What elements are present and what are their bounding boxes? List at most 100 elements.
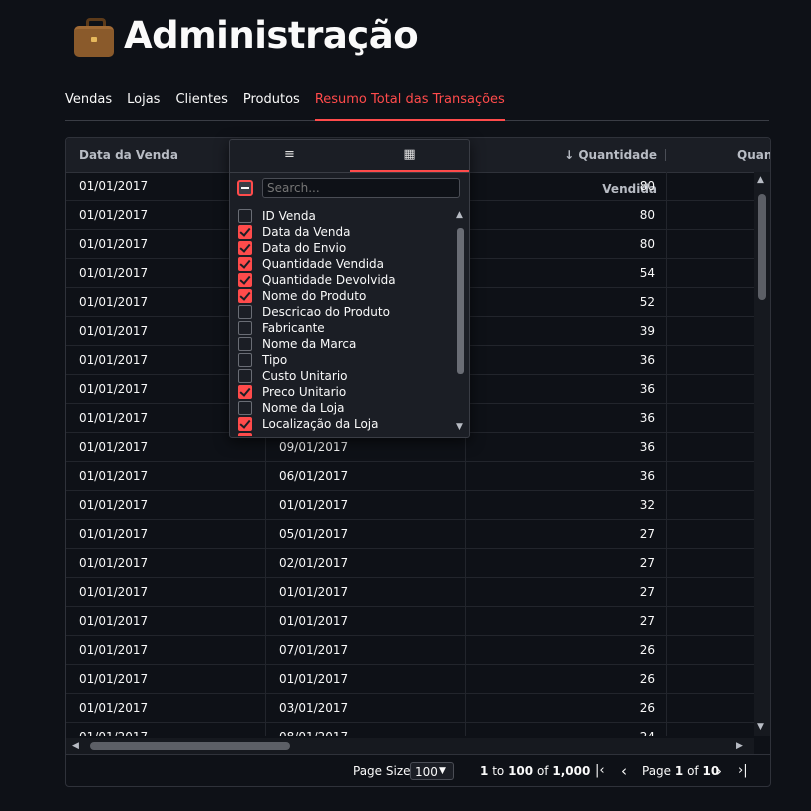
scroll-right-icon[interactable]: ▶ [736,741,743,751]
menu-icon[interactable]: ≡ [230,140,349,170]
cell-quantidade-vendida[interactable]: 27 [466,607,655,635]
scroll-left-icon[interactable]: ◀ [72,741,79,751]
cell-data-da-venda[interactable]: 01/01/2017 [79,636,148,664]
cell-data-da-venda[interactable]: 01/01/2017 [79,259,148,287]
cell-quantidade-vendida[interactable]: 54 [466,259,655,287]
cell-data-da-venda[interactable]: 01/01/2017 [79,317,148,345]
column-toggle-item[interactable]: Descricao do Produto [236,304,454,320]
column-header-data-da-venda[interactable]: Data da Venda [79,138,178,172]
cell-data-da-venda[interactable]: 01/01/2017 [79,404,148,432]
column-header-quantidade-vendida[interactable]: ↓ Quantidade Vendida [532,138,657,196]
scroll-up-icon[interactable]: ▲ [757,175,764,185]
column-checkbox[interactable] [238,273,252,287]
vertical-scrollbar[interactable]: ▲ ▼ [754,172,770,736]
select-all-checkbox[interactable] [237,180,253,196]
column-toggle-item[interactable]: Custo Unitario [236,368,454,384]
column-toggle-item[interactable]: Nome do Produto [236,288,454,304]
column-toggle-item[interactable]: Quantidade Vendida [236,256,454,272]
column-toggle-item[interactable]: Nome da Loja [236,400,454,416]
column-header-quantidade-devolvida[interactable]: Quant [737,138,770,172]
column-checkbox[interactable] [238,353,252,367]
cell-quantidade-vendida[interactable]: 39 [466,317,655,345]
column-checkbox[interactable] [238,401,252,415]
cell-quantidade-vendida[interactable]: 36 [466,462,655,490]
last-page-icon[interactable]: ›| [738,755,748,786]
cell-quantidade-vendida[interactable]: 24 [466,723,655,736]
table-row[interactable]: 01/01/2017 01/01/2017 32 [66,491,754,520]
cell-quantidade-vendida[interactable]: 52 [466,288,655,316]
cell-data-do-envio[interactable]: 02/01/2017 [279,549,348,577]
column-checkbox[interactable] [238,417,252,431]
table-row[interactable]: 01/01/2017 06/01/2017 36 [66,462,754,491]
cell-data-da-venda[interactable]: 01/01/2017 [79,375,148,403]
cell-data-da-venda[interactable]: 01/01/2017 [79,230,148,258]
cell-quantidade-vendida[interactable]: 27 [466,578,655,606]
cell-data-da-venda[interactable]: 01/01/2017 [79,549,148,577]
cell-quantidade-vendida[interactable]: 27 [466,549,655,577]
cell-data-do-envio[interactable]: 03/01/2017 [279,694,348,722]
column-list-scrollbar[interactable]: ▲ ▼ [455,210,467,434]
previous-page-icon[interactable]: ‹ [621,755,627,786]
cell-data-da-venda[interactable]: 01/01/2017 [79,462,148,490]
tab-lojas[interactable]: Lojas [127,88,160,119]
columns-icon[interactable]: ▦ [350,140,469,172]
column-toggle-item[interactable]: Data do Envio [236,240,454,256]
cell-data-do-envio[interactable]: 07/01/2017 [279,636,348,664]
column-checkbox[interactable] [238,257,252,271]
cell-data-da-venda[interactable]: 01/01/2017 [79,723,148,736]
cell-data-da-venda[interactable]: 01/01/2017 [79,520,148,548]
cell-quantidade-vendida[interactable]: 27 [466,520,655,548]
tab-produtos[interactable]: Produtos [243,88,300,119]
column-toggle-item[interactable]: Nome da Marca [236,336,454,352]
column-toggle-item[interactable]: Tipo [236,352,454,368]
next-page-icon[interactable]: › [716,755,722,786]
vertical-scroll-thumb[interactable] [758,194,766,300]
cell-quantidade-vendida[interactable]: 80 [466,172,655,200]
cell-quantidade-vendida[interactable]: 36 [466,375,655,403]
column-toggle-item[interactable]: Localização da Loja [236,416,454,432]
column-checkbox[interactable] [238,369,252,383]
cell-quantidade-vendida[interactable]: 36 [466,346,655,374]
cell-data-da-venda[interactable]: 01/01/2017 [79,607,148,635]
page-size-select[interactable]: 100 ▼ [410,762,454,780]
horizontal-scroll-thumb[interactable] [90,742,290,750]
column-toggle-item[interactable]: Quantidade Devolvida [236,272,454,288]
table-row[interactable]: 01/01/2017 01/01/2017 26 [66,665,754,694]
column-checkbox[interactable] [238,337,252,351]
table-row[interactable]: 01/01/2017 08/01/2017 24 [66,723,754,736]
column-toggle-item[interactable]: ID Venda [236,208,454,224]
tab-resumo-total[interactable]: Resumo Total das Transações [314,88,505,121]
cell-quantidade-vendida[interactable]: 36 [466,433,655,461]
cell-data-da-venda[interactable]: 01/01/2017 [79,694,148,722]
cell-data-da-venda[interactable]: 01/01/2017 [79,288,148,316]
column-toggle-item[interactable] [236,432,454,436]
scroll-up-icon[interactable]: ▲ [456,210,463,220]
first-page-icon[interactable]: |‹ [595,755,605,786]
cell-quantidade-vendida[interactable]: 26 [466,694,655,722]
cell-data-do-envio[interactable]: 08/01/2017 [279,723,348,736]
column-checkbox[interactable] [238,209,252,223]
cell-data-do-envio[interactable]: 06/01/2017 [279,462,348,490]
scroll-down-icon[interactable]: ▼ [456,422,463,432]
table-row[interactable]: 01/01/2017 01/01/2017 27 [66,578,754,607]
column-toggle-item[interactable]: Data da Venda [236,224,454,240]
column-checkbox[interactable] [238,305,252,319]
scroll-down-icon[interactable]: ▼ [757,722,764,732]
cell-data-da-venda[interactable]: 01/01/2017 [79,491,148,519]
cell-data-do-envio[interactable]: 01/01/2017 [279,607,348,635]
column-checkbox[interactable] [238,241,252,255]
column-checkbox[interactable] [238,225,252,239]
tab-clientes[interactable]: Clientes [175,88,227,119]
table-row[interactable]: 01/01/2017 03/01/2017 26 [66,694,754,723]
horizontal-scrollbar[interactable]: ◀ ▶ [66,738,754,754]
cell-data-da-venda[interactable]: 01/01/2017 [79,578,148,606]
cell-data-do-envio[interactable]: 01/01/2017 [279,491,348,519]
table-row[interactable]: 01/01/2017 05/01/2017 27 [66,520,754,549]
cell-data-do-envio[interactable]: 01/01/2017 [279,578,348,606]
column-checkbox[interactable] [238,385,252,399]
cell-quantidade-vendida[interactable]: 80 [466,230,655,258]
cell-quantidade-vendida[interactable]: 32 [466,491,655,519]
cell-quantidade-vendida[interactable]: 80 [466,201,655,229]
tab-vendas[interactable]: Vendas [65,88,112,119]
cell-data-da-venda[interactable]: 01/01/2017 [79,665,148,693]
